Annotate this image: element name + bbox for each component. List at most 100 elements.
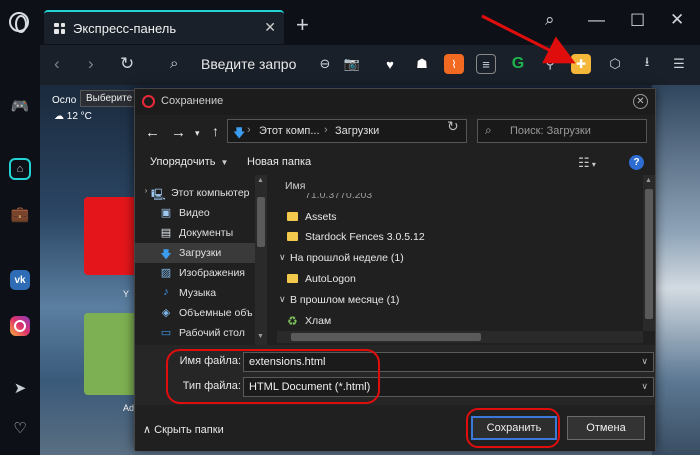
- search-icon: ⌕: [170, 55, 179, 72]
- weather-temp: ☁ 12 °C: [54, 111, 92, 122]
- scroll-down-icon: ▼: [257, 333, 264, 340]
- tree-item[interactable]: ▨ Изображения: [135, 263, 255, 283]
- chevron-down-icon[interactable]: ∨: [641, 381, 648, 392]
- cloud-icon: ☁: [54, 111, 64, 122]
- back-icon[interactable]: ‹: [54, 54, 60, 74]
- list-item[interactable]: 71.0.3770.203: [277, 193, 643, 205]
- refresh-icon[interactable]: ↻: [447, 118, 459, 135]
- tile-label: Y: [123, 289, 130, 299]
- tree-item[interactable]: ▭ Рабочий стол: [135, 323, 255, 343]
- minimize-icon[interactable]: —: [588, 10, 605, 30]
- scroll-up-icon: ▲: [257, 177, 264, 184]
- tree-item[interactable]: ◈ Объемные объ: [135, 303, 255, 323]
- opera-logo-icon: [142, 95, 155, 108]
- file-list-hscrollbar[interactable]: [277, 331, 643, 343]
- tree-item-selected[interactable]: 🡇 Загрузки: [135, 243, 255, 263]
- list-item[interactable]: ♻ Хлам: [277, 311, 643, 331]
- settings-sliders-icon[interactable]: ☰: [669, 54, 689, 74]
- tree-item[interactable]: › 🖳 Этот компьютер: [135, 183, 255, 203]
- list-item[interactable]: AutoLogon: [277, 269, 643, 289]
- scroll-thumb: [257, 197, 265, 247]
- new-tab-button[interactable]: +: [296, 12, 309, 38]
- maximize-icon[interactable]: ☐: [630, 11, 645, 31]
- folder-icon: [287, 232, 298, 241]
- close-window-icon[interactable]: ✕: [670, 10, 684, 30]
- dialog-navbar: ← → ▾ ↑ 🡇 › Этот комп... › Загрузки ▾ ↻ …: [135, 115, 655, 151]
- column-header-name[interactable]: Имя: [285, 180, 305, 192]
- group-header[interactable]: ∨ На прошлой неделе (1): [277, 248, 643, 268]
- navigation-tree: › 🖳 Этот компьютер ▣ Видео ▤ Документы 🡇 Загр…: [135, 175, 255, 345]
- reload-icon[interactable]: ↻: [120, 54, 134, 74]
- organize-button[interactable]: Упорядочить ▼: [150, 156, 228, 168]
- history-dropdown-icon[interactable]: ▾: [195, 128, 200, 139]
- tree-item[interactable]: ▤ Документы: [135, 223, 255, 243]
- images-icon: ▨: [160, 267, 172, 279]
- forward-icon[interactable]: ›: [88, 54, 94, 74]
- gamepad-icon[interactable]: 🎮: [8, 94, 32, 118]
- rss-icon[interactable]: ⌇: [444, 54, 464, 74]
- puzzle-icon[interactable]: ✚: [571, 54, 591, 74]
- breadcrumb-separator: ›: [324, 124, 328, 136]
- scroll-thumb: [645, 189, 653, 319]
- desktop-icon: ▭: [160, 327, 172, 339]
- file-list: Имя 71.0.3770.203 Assets Stardock Fences…: [277, 175, 643, 331]
- reader-icon[interactable]: ≡: [476, 54, 496, 74]
- tooltip: Выберите с: [80, 90, 140, 107]
- background-wallpaper: [652, 85, 700, 455]
- send-icon[interactable]: ➤: [8, 376, 32, 400]
- list-item[interactable]: Stardock Fences 3.0.5.12: [277, 227, 643, 247]
- heart-icon[interactable]: ♡: [8, 416, 32, 440]
- up-arrow-icon[interactable]: ↑: [212, 123, 219, 139]
- breadcrumb-segment[interactable]: Загрузки: [335, 125, 379, 137]
- grammarly-icon[interactable]: G: [508, 54, 528, 74]
- path-breadcrumb[interactable]: 🡇 › Этот комп... › Загрузки ▾: [227, 119, 525, 143]
- tree-item[interactable]: ▣ Видео: [135, 203, 255, 223]
- file-list-vscrollbar[interactable]: ▲: [643, 175, 655, 331]
- opera-logo-icon[interactable]: [9, 12, 29, 33]
- group-header[interactable]: ∨ В прошлом месяце (1): [277, 290, 643, 310]
- new-folder-button[interactable]: Новая папка: [247, 156, 311, 168]
- search-input[interactable]: ⌕ Поиск: Загрузки: [477, 119, 647, 143]
- grid-icon: [54, 22, 65, 34]
- dialog-close-button[interactable]: ✕: [633, 94, 648, 109]
- pocket-icon[interactable]: ☗: [412, 54, 432, 74]
- list-item[interactable]: Assets: [277, 207, 643, 227]
- cancel-button[interactable]: Отмена: [567, 416, 645, 440]
- address-input[interactable]: Введите запро: [201, 56, 296, 72]
- breadcrumb-segment[interactable]: Этот комп...: [259, 125, 320, 137]
- search-icon: ⌕: [485, 123, 492, 137]
- annotation-highlight-fields: [166, 349, 380, 404]
- music-icon: ♪: [163, 286, 169, 298]
- annotation-highlight-save: [466, 408, 560, 448]
- close-tab-icon[interactable]: ✕: [264, 19, 276, 36]
- instagram-icon[interactable]: [10, 316, 30, 336]
- download-icon[interactable]: ⭳: [637, 54, 657, 74]
- camera-icon[interactable]: 📷: [342, 54, 362, 74]
- tree-scrollbar[interactable]: ▲ ▼: [255, 175, 267, 345]
- vpn-heart-icon[interactable]: ♥: [380, 54, 400, 74]
- home-icon[interactable]: ⌂: [9, 158, 31, 180]
- opera-sidebar: 🎮 ⌂ 💼 vk ➤ ♡: [0, 0, 40, 455]
- help-icon[interactable]: ?: [629, 155, 644, 170]
- forward-arrow-icon[interactable]: →: [171, 124, 186, 141]
- briefcase-icon[interactable]: 💼: [8, 202, 32, 226]
- weather-city: Осло: [52, 95, 77, 106]
- download-folder-icon: 🡇: [233, 126, 246, 140]
- chevron-down-icon: ∨: [279, 294, 286, 304]
- tab-express-panel[interactable]: Экспресс-панель ✕: [44, 10, 284, 44]
- scroll-thumb: [291, 333, 481, 341]
- caret-icon: ▼: [220, 158, 229, 167]
- tree-item[interactable]: ♪ Музыка: [135, 283, 255, 303]
- chevron-down-icon[interactable]: ∨: [641, 356, 648, 367]
- back-arrow-icon[interactable]: ←: [145, 124, 160, 141]
- search-tabs-icon[interactable]: ⌕: [545, 10, 555, 30]
- tab-title: Экспресс-панель: [73, 20, 177, 36]
- cube-icon[interactable]: ⬡: [605, 54, 625, 74]
- view-options-icon[interactable]: ☷ ▾: [578, 155, 596, 171]
- vk-icon[interactable]: vk: [10, 270, 30, 290]
- 3d-objects-icon: ◈: [161, 307, 171, 319]
- hide-folders-toggle[interactable]: ∧ Скрыть папки: [143, 423, 224, 436]
- zoom-icon[interactable]: ⊖: [315, 54, 335, 74]
- search-ext-icon[interactable]: ⚲: [540, 54, 560, 74]
- breadcrumb-separator: ›: [247, 124, 251, 136]
